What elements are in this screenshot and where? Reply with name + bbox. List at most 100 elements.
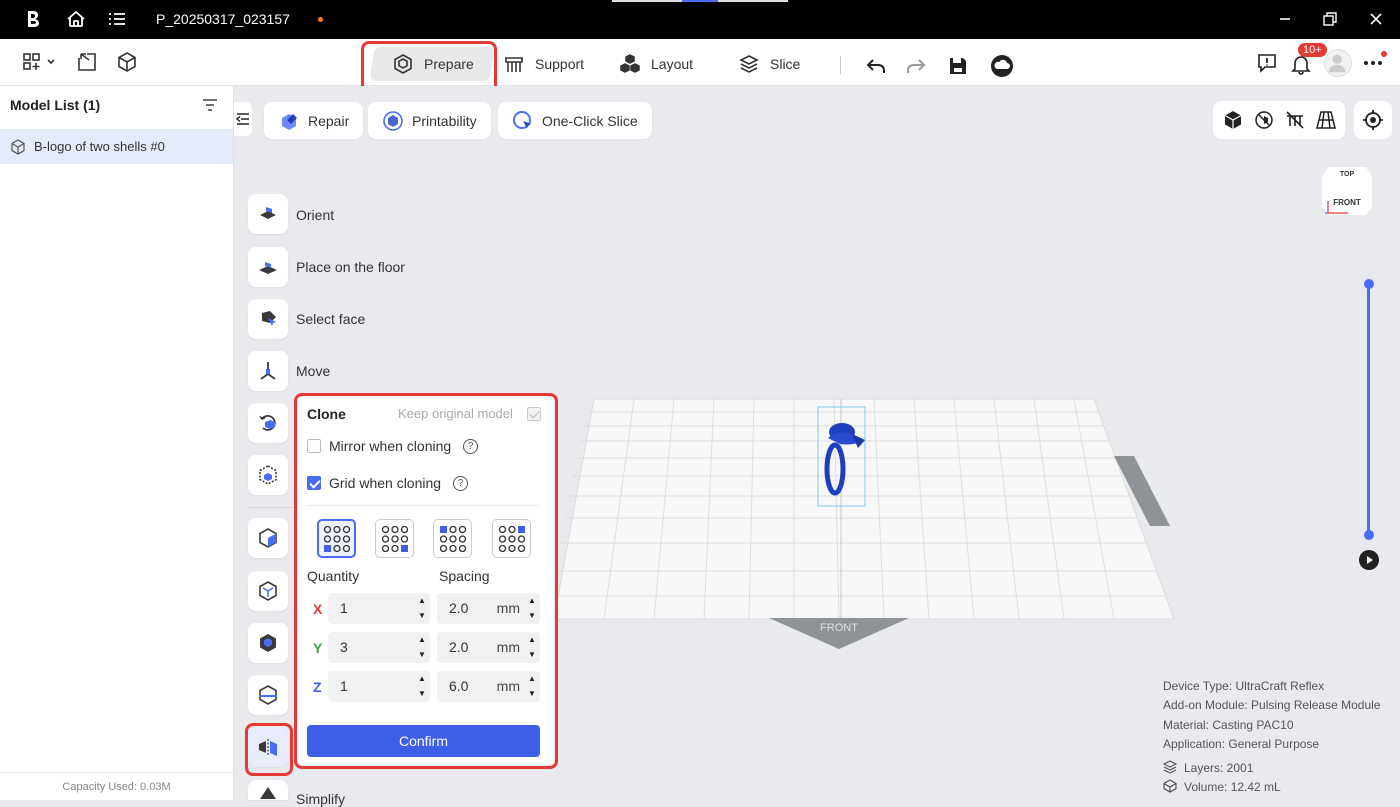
rotate-button[interactable] bbox=[248, 403, 288, 443]
grid-help-icon[interactable]: ? bbox=[453, 475, 469, 491]
y-spacing-input[interactable]: 2.0 mm ▲ ▼ bbox=[437, 632, 540, 663]
home-icon[interactable] bbox=[65, 8, 87, 30]
grid-pattern-bottom-left[interactable] bbox=[317, 519, 356, 558]
grid-pattern-top-right[interactable] bbox=[492, 519, 531, 558]
z-quantity-stepper[interactable]: ▲ ▼ bbox=[418, 675, 426, 698]
confirm-button[interactable]: Confirm bbox=[307, 725, 540, 757]
undo-icon[interactable] bbox=[865, 55, 887, 77]
import-icon[interactable] bbox=[76, 51, 98, 73]
locate-icon bbox=[1363, 110, 1383, 130]
xray-view-icon[interactable] bbox=[1253, 109, 1275, 131]
printability-label: Printability bbox=[412, 112, 477, 129]
tab-layout[interactable]: Layout bbox=[619, 47, 693, 81]
solid-view-icon[interactable] bbox=[1222, 109, 1244, 131]
slice-icon bbox=[739, 55, 759, 73]
one-click-slice-button[interactable]: One-Click Slice bbox=[498, 102, 652, 139]
app-logo-icon[interactable] bbox=[22, 8, 44, 30]
toolbar-separator bbox=[840, 56, 841, 74]
x-quantity-input[interactable]: 1 ▲ ▼ bbox=[328, 593, 430, 624]
grid-pattern-top-left[interactable] bbox=[433, 519, 472, 558]
window-drag-strip[interactable] bbox=[612, 0, 788, 2]
y-quantity-input[interactable]: 3 ▲ ▼ bbox=[328, 632, 430, 663]
grid-pattern-top-left-icon bbox=[439, 525, 466, 552]
add-model-dropdown-icon[interactable] bbox=[22, 51, 56, 73]
z-spacing-stepper[interactable]: ▲ ▼ bbox=[528, 675, 536, 698]
notification-badge: 10+ bbox=[1298, 43, 1327, 57]
save-icon[interactable] bbox=[947, 55, 969, 77]
feedback-icon[interactable] bbox=[1256, 52, 1278, 74]
cut-button[interactable] bbox=[248, 675, 288, 715]
layer-slider[interactable] bbox=[1367, 284, 1370, 534]
addon-module: Add-on Module: Pulsing Release Module bbox=[1163, 698, 1381, 712]
simplify-button[interactable] bbox=[248, 780, 288, 800]
place-floor-button[interactable] bbox=[248, 247, 288, 287]
printability-icon bbox=[383, 110, 403, 131]
x-spacing-input[interactable]: 2.0 mm ▲ ▼ bbox=[437, 593, 540, 624]
x-spacing-value: 2.0 bbox=[449, 600, 469, 616]
hollow-icon bbox=[259, 528, 277, 548]
view-cube-front-label: FRONT bbox=[1333, 198, 1361, 207]
reset-view-button[interactable] bbox=[1354, 101, 1392, 139]
select-face-button[interactable] bbox=[248, 299, 288, 339]
clone-icon bbox=[259, 739, 277, 756]
grid-pattern-top-right-icon bbox=[498, 525, 525, 552]
minimize-icon[interactable] bbox=[1274, 8, 1296, 30]
hollow-button[interactable] bbox=[248, 518, 288, 558]
tab-prepare[interactable]: Prepare bbox=[369, 47, 495, 81]
y-quantity-stepper[interactable]: ▲ ▼ bbox=[418, 636, 426, 659]
layer-slider-bottom-knob[interactable] bbox=[1364, 530, 1374, 540]
restore-icon[interactable] bbox=[1319, 8, 1341, 30]
redo-icon[interactable] bbox=[905, 55, 927, 77]
view-cube[interactable]: TOP FRONT bbox=[1320, 163, 1374, 217]
printability-button[interactable]: Printability bbox=[368, 102, 491, 139]
model-library-icon[interactable] bbox=[116, 51, 138, 73]
repair-button[interactable]: Repair bbox=[264, 102, 364, 139]
cloud-icon[interactable] bbox=[990, 54, 1014, 78]
play-layers-button[interactable] bbox=[1359, 550, 1379, 570]
model-list-item[interactable]: B-logo of two shells #0 bbox=[0, 129, 233, 164]
scale-button[interactable] bbox=[248, 455, 288, 495]
x-quantity-stepper[interactable]: ▲ ▼ bbox=[418, 597, 426, 620]
tab-slice[interactable]: Slice bbox=[738, 47, 800, 81]
z-quantity-input[interactable]: 1 ▲ ▼ bbox=[328, 671, 430, 702]
menu-list-icon[interactable] bbox=[106, 8, 128, 30]
collapse-panel-button[interactable] bbox=[234, 102, 252, 136]
tab-slice-label: Slice bbox=[770, 56, 801, 72]
prepare-icon bbox=[394, 54, 412, 74]
mirror-help-icon[interactable]: ? bbox=[463, 438, 479, 454]
close-window-icon[interactable] bbox=[1365, 8, 1387, 30]
more-icon[interactable] bbox=[1362, 55, 1384, 71]
mirror-row: Mirror when cloning ? bbox=[307, 438, 479, 454]
tab-support[interactable]: Support bbox=[503, 47, 584, 81]
orient-button[interactable] bbox=[248, 194, 288, 234]
clone-title: Clone bbox=[307, 406, 346, 422]
model-cube-icon bbox=[11, 138, 25, 155]
project-title: P_20250317_023157 bbox=[156, 11, 290, 27]
scale-icon bbox=[259, 465, 277, 485]
layer-slider-top-knob[interactable] bbox=[1364, 279, 1374, 289]
y-spacing-stepper[interactable]: ▲ ▼ bbox=[528, 636, 536, 659]
avatar[interactable] bbox=[1324, 49, 1352, 77]
x-spacing-stepper[interactable]: ▲ ▼ bbox=[528, 597, 536, 620]
model-list-item-label: B-logo of two shells #0 bbox=[34, 139, 165, 154]
plate-grid-icon[interactable] bbox=[1315, 109, 1337, 131]
keep-original-checkbox[interactable] bbox=[527, 407, 541, 421]
hide-supports-icon[interactable] bbox=[1284, 109, 1306, 131]
move-label: Move bbox=[296, 363, 331, 379]
grid-pattern-bottom-right[interactable] bbox=[375, 519, 414, 558]
filter-icon[interactable] bbox=[202, 98, 218, 112]
simplify-icon bbox=[260, 787, 276, 799]
y-quantity-value: 3 bbox=[340, 639, 348, 655]
move-button[interactable] bbox=[248, 351, 288, 391]
z-spacing-value: 6.0 bbox=[449, 678, 469, 694]
mesh-button[interactable] bbox=[248, 623, 288, 663]
grid-checkbox[interactable] bbox=[307, 476, 321, 490]
grid-label: Grid when cloning bbox=[329, 475, 442, 491]
select-face-icon bbox=[262, 311, 276, 326]
cut-icon bbox=[259, 685, 277, 705]
z-spacing-input[interactable]: 6.0 mm ▲ ▼ bbox=[437, 671, 540, 702]
mirror-checkbox[interactable] bbox=[307, 439, 321, 453]
shell-button[interactable] bbox=[248, 571, 288, 611]
clone-button[interactable] bbox=[248, 727, 288, 767]
shell-icon bbox=[259, 581, 277, 601]
